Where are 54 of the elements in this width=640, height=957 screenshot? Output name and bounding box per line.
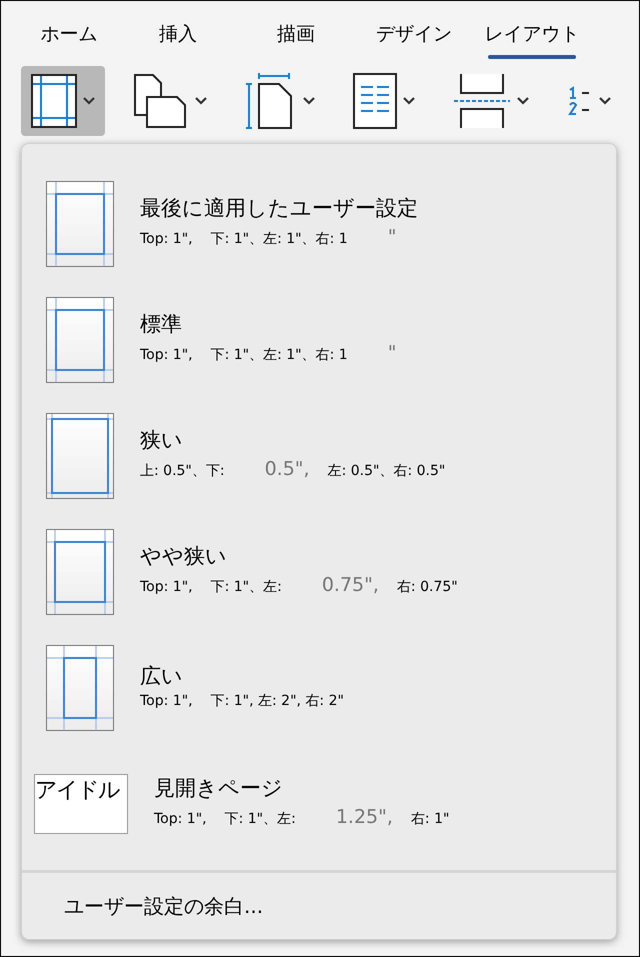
margin-values: " [388, 340, 396, 366]
margin-values: 右: 1" [410, 810, 450, 829]
margin-values: 0.5", [264, 456, 310, 482]
option-title: 見開きページ [154, 774, 284, 802]
margin-values: Top: 1", [140, 346, 193, 365]
margin-values: 1.25", [336, 804, 393, 830]
margin-option[interactable]: 標準 Top: 1", 下: 1"、左: 1"、右: 1 " [22, 282, 616, 398]
margin-values: 上: 0.5"、下: [140, 462, 225, 481]
ribbon-dropdown-button[interactable] [21, 66, 105, 136]
custom-margins-item[interactable]: ユーザー設定の余白... [22, 873, 616, 939]
margin-values: Top: 1", [154, 810, 207, 829]
caret-icon [403, 97, 415, 105]
page-break-icon [453, 73, 511, 129]
margin-values: 下: 1"、左: [210, 578, 282, 597]
margin-values: 下: 1", 左: 2", 右: 2" [210, 692, 344, 710]
margin-values: 下: 1"、左: 1"、右: 1 [210, 346, 348, 365]
caret-icon [83, 97, 95, 105]
margin-values: 下: 1"、左: [224, 810, 296, 829]
margin-values: " [388, 224, 396, 250]
margin-option[interactable]: 広い Top: 1", 下: 1", 左: 2", 右: 2" [22, 630, 616, 746]
page-margins-icon [46, 181, 114, 267]
page-margins-icon [46, 645, 114, 731]
ribbon-tab[interactable]: ホーム [19, 21, 119, 63]
margin-option[interactable]: 最後に適用したユーザー設定 Top: 1", 下: 1"、左: 1"、右: 1 " [22, 166, 616, 282]
caret-icon [599, 97, 611, 105]
margin-values: 左: 0.5"、右: 0.5" [328, 462, 446, 481]
margin-option[interactable]: アイドル 見開きページ Top: 1", 下: 1"、左: 1.25", 右: 1" [22, 746, 616, 862]
ribbon-tab[interactable]: 描画 [237, 21, 355, 63]
margin-values: 0.75", [322, 572, 379, 598]
page-margins-icon [46, 297, 114, 383]
option-title: やや狭い [140, 542, 228, 570]
margin-values: Top: 1", [140, 230, 193, 249]
columns-icon [353, 73, 397, 129]
ribbon-tab[interactable]: デザイン [355, 21, 473, 63]
option-title: 最後に適用したユーザー設定 [140, 194, 418, 222]
ribbon-tab[interactable]: レイアウト [473, 21, 591, 63]
ribbon-tab[interactable]: 挿入 [119, 21, 237, 63]
option-title: 狭い [140, 426, 184, 454]
broken-image-icon: アイドル [34, 774, 128, 834]
page-margins-icon [46, 413, 114, 499]
margin-values: Top: 1", [140, 578, 193, 597]
option-title: 標準 [140, 310, 183, 338]
margin-values: 右: 0.75" [396, 578, 458, 597]
page-margins-icon [46, 529, 114, 615]
margin-option[interactable]: やや狭い Top: 1", 下: 1"、左: 0.75", 右: 0.75" [22, 514, 616, 630]
margin-values: 下: 1"、左: 1"、右: 1 [210, 230, 348, 249]
caret-icon [517, 97, 529, 105]
pages-icon [133, 73, 189, 129]
margins-icon [31, 74, 77, 128]
margin-values: Top: 1", [140, 692, 193, 710]
caret-icon [195, 97, 207, 105]
option-title: 広い [140, 662, 184, 690]
caret-icon [303, 97, 315, 105]
margin-option[interactable]: 狭い 上: 0.5"、下: 0.5", 左: 0.5"、右: 0.5" [22, 398, 616, 514]
